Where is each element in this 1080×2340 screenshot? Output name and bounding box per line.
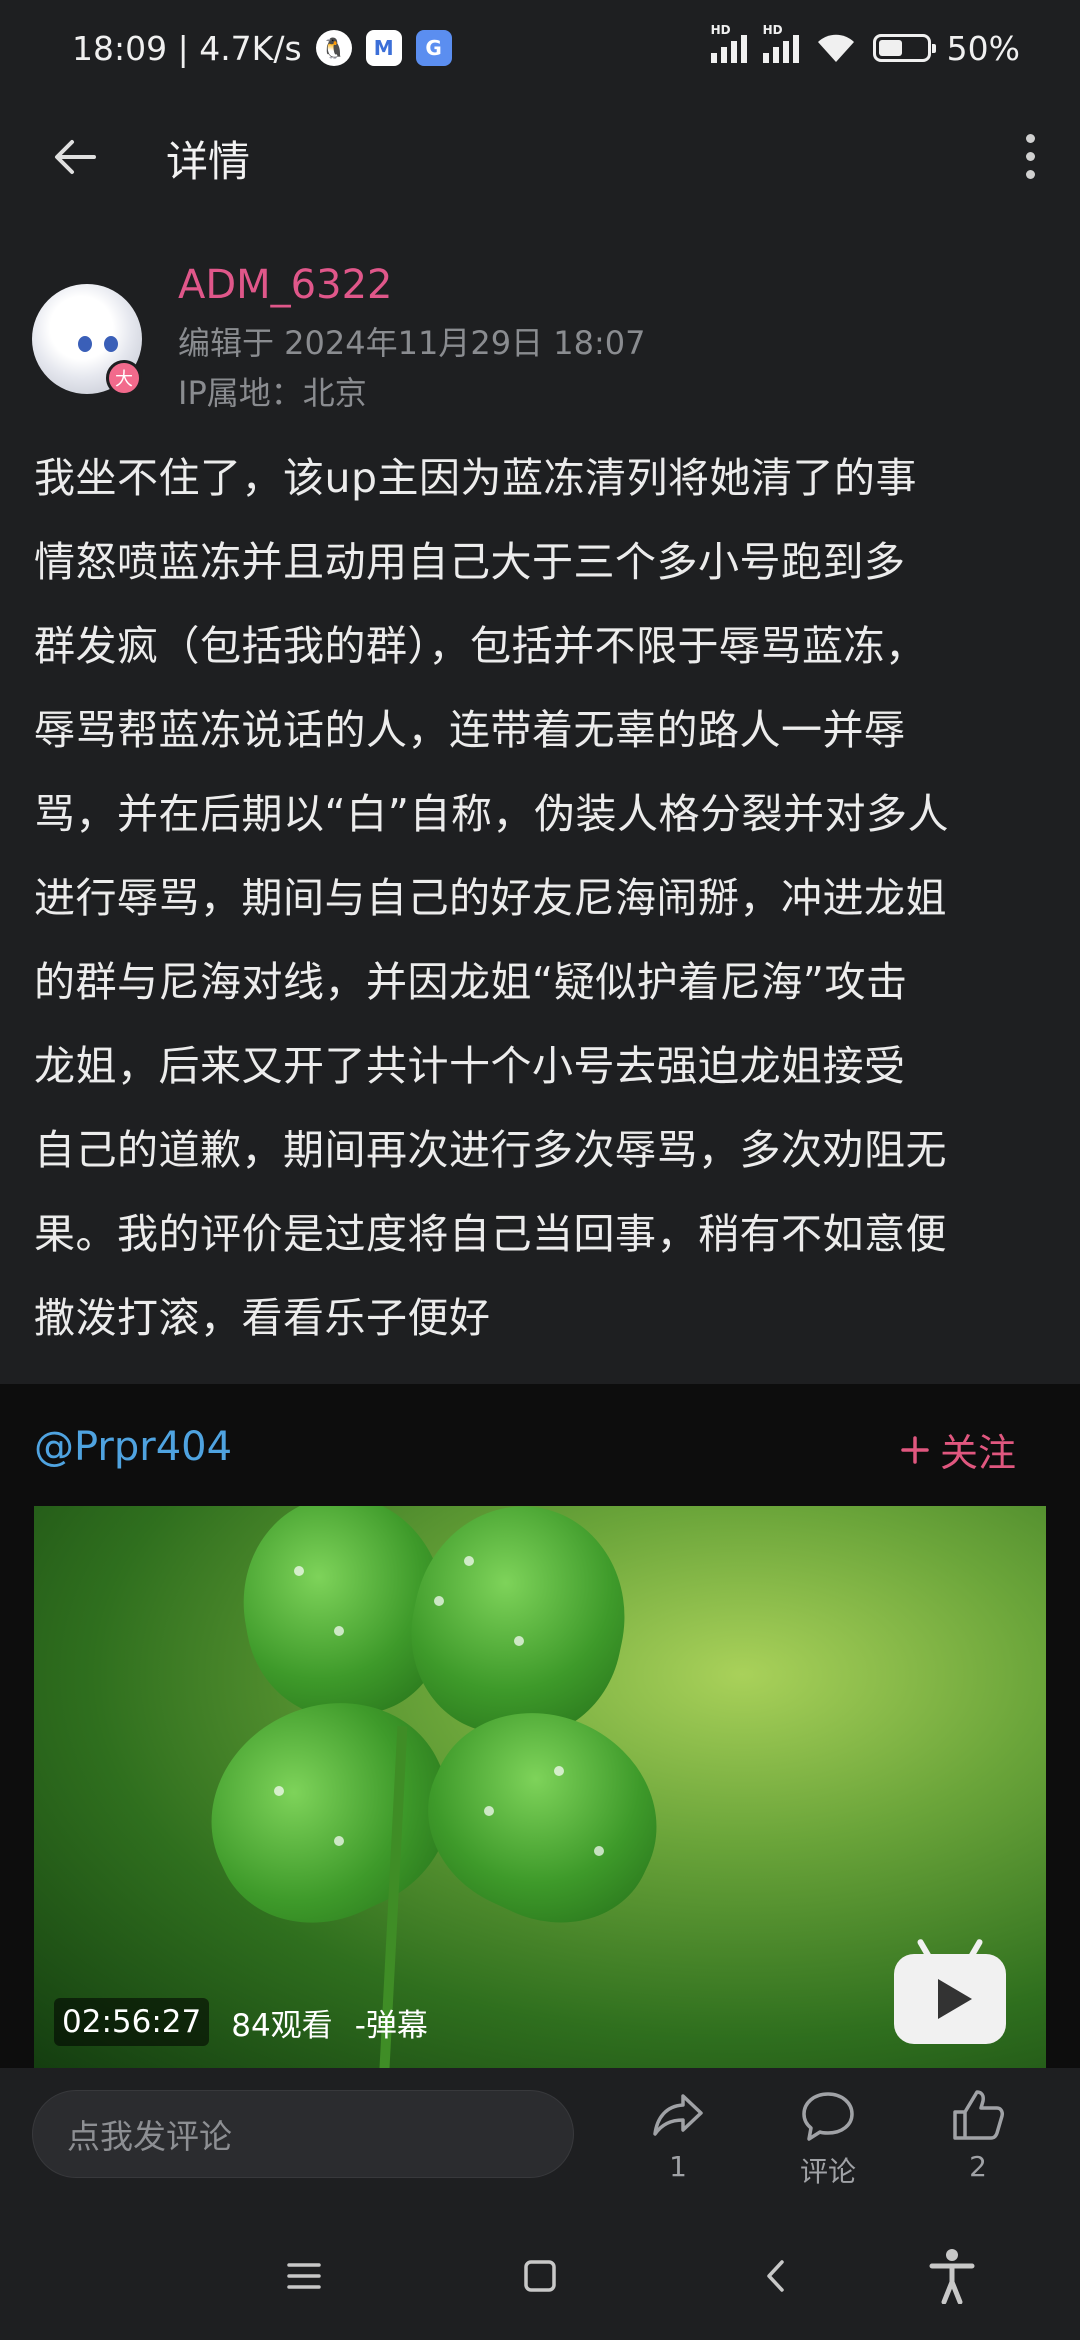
battery-fill	[878, 40, 902, 56]
video-info: 02:56:27 84观看 -弹幕	[54, 1998, 428, 2046]
share-count: 1	[669, 2150, 687, 2183]
comment-label: 评论	[799, 2155, 856, 2188]
chevron-left-icon[interactable]	[746, 2248, 806, 2304]
status-time: 18:09 | 4.7K/s	[72, 28, 302, 68]
share-button[interactable]: 1	[618, 2086, 738, 2183]
more-vertical-icon[interactable]	[1010, 126, 1050, 186]
top-app-bar: 详情	[0, 96, 1080, 216]
post-line: 龙姐，后来又开了共计十个小号去强迫龙姐接受	[34, 1042, 906, 1090]
mention-link[interactable]: @Prpr404	[34, 1424, 232, 1470]
comment-icon	[802, 2092, 854, 2141]
signal-1-icon: HD	[710, 23, 747, 63]
status-bar: 18:09 | 4.7K/s 🐧 M G HD HD 50%	[0, 0, 1080, 96]
tv-play-icon[interactable]	[894, 1954, 1006, 2044]
status-right: HD HD 50%	[710, 23, 1020, 68]
thumbs-up-icon	[953, 2090, 1004, 2140]
hd-label: HD	[762, 23, 783, 37]
author-name[interactable]: ADM_6322	[178, 262, 392, 308]
level-badge: 大	[106, 360, 142, 396]
post-line: 果。我的评价是过度将自己当回事，稍有不如意便	[34, 1210, 947, 1258]
post-line: 撒泼打滚，看看乐子便好	[34, 1294, 491, 1342]
translate-icon: G	[415, 30, 452, 66]
qq-icon: 🐧	[315, 30, 352, 66]
post-line: 辱骂帮蓝冻说话的人，连带着无辜的路人一并辱	[34, 706, 906, 754]
video-card: @Prpr404 关注 02:56:27 84观看 -弹幕	[0, 1384, 1080, 2068]
accessibility-icon[interactable]	[922, 2248, 982, 2304]
view-count: 84观看	[231, 2007, 333, 2044]
plus-icon	[901, 1435, 929, 1464]
battery-icon	[872, 34, 936, 62]
post-line: 自己的道歉，期间再次进行多次辱骂，多次劝阻无	[34, 1126, 947, 1174]
video-duration: 02:56:27	[54, 1998, 210, 2046]
mail-icon: M	[365, 30, 402, 66]
like-count: 2	[969, 2150, 987, 2183]
menu-icon[interactable]	[274, 2248, 334, 2304]
post-body: 我坐不住了，该up主因为蓝冻清列将她清了的事 情怒喷蓝冻并且动用自己大于三个多小…	[34, 436, 1050, 1360]
bottom-action-bar: 点我发评论 1 评论 2	[0, 2068, 1080, 2210]
page-title: 详情	[166, 137, 251, 186]
share-icon	[653, 2094, 703, 2136]
post-line: 我坐不住了，该up主因为蓝冻清列将她清了的事	[34, 454, 918, 502]
post-line: 的群与尼海对线，并因龙姐“疑似护着尼海”攻击	[34, 958, 908, 1006]
post-line: 群发疯（包括我的群），包括并不限于辱骂蓝冻，	[34, 622, 927, 670]
edit-time: 编辑于 2024年11月29日 18:07	[178, 324, 646, 362]
hd-label: HD	[710, 23, 731, 37]
system-nav-bar	[0, 2210, 1080, 2340]
battery-percent: 50%	[946, 28, 1020, 68]
square-icon[interactable]	[510, 2248, 570, 2304]
comment-button[interactable]: 评论	[768, 2086, 888, 2190]
ip-location: IP属地：北京	[178, 374, 367, 412]
like-button[interactable]: 2	[918, 2086, 1038, 2183]
signal-2-icon: HD	[762, 23, 799, 63]
follow-button[interactable]: 关注	[900, 1422, 1016, 1477]
post-line: 进行辱骂，期间与自己的好友尼海闹掰，冲进龙姐	[34, 874, 947, 922]
status-left: 18:09 | 4.7K/s 🐧 M G	[72, 29, 452, 68]
danmaku-count: -弹幕	[354, 2007, 428, 2044]
author-block: 大 ADM_6322 编辑于 2024年11月29日 18:07 IP属地：北京	[0, 262, 1080, 412]
arrow-left-icon[interactable]	[50, 132, 100, 182]
post-line: 骂，并在后期以“白”自称，伪装人格分裂并对多人	[34, 790, 949, 838]
follow-label: 关注	[939, 1431, 1016, 1475]
comment-input[interactable]: 点我发评论	[32, 2090, 574, 2178]
post-line: 情怒喷蓝冻并且动用自己大于三个多小号跑到多	[34, 538, 906, 586]
video-thumbnail[interactable]: 02:56:27 84观看 -弹幕	[34, 1506, 1046, 2068]
wifi-icon	[817, 34, 854, 62]
